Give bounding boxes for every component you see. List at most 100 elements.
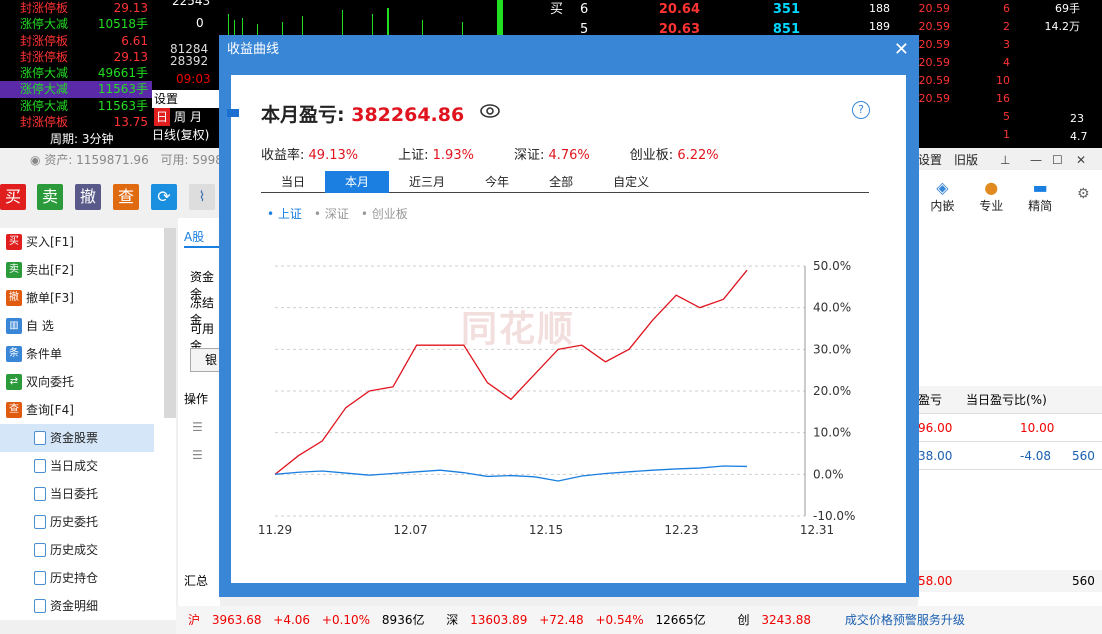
alert-row[interactable]: 封涨停板 6.61 <box>0 33 152 49</box>
quote-cell: 6 <box>1003 2 1010 15</box>
legend-sh[interactable]: • 上证 <box>267 205 302 222</box>
profit-curve-dialog: 收益曲线 ✕ 本月盈亏: 382264.86 ? 收益率: 49.13% 上证:… <box>219 35 919 597</box>
document-icon <box>34 543 46 557</box>
sidebar-item[interactable]: 买买入[F1] <box>0 228 176 256</box>
legend-label: 上证 <box>277 207 302 221</box>
sidebar-scrollbar[interactable] <box>164 228 176 418</box>
table-row[interactable]: 96.00 10.00 <box>918 414 1102 442</box>
x-tick-label: 12.15 <box>529 523 563 537</box>
gear-icon[interactable]: ⚙ <box>1077 178 1090 214</box>
query-button[interactable]: 查 <box>113 184 139 210</box>
embed-button[interactable]: ◈ 内嵌 <box>930 178 954 214</box>
sidebar-item-label: 撤单[F3] <box>26 291 74 305</box>
section-marker <box>227 109 239 117</box>
sidebar-subitem[interactable]: 历史成交 <box>0 536 154 564</box>
status-bar: 沪 3963.68 +4.06 +0.10% 8936亿 深 13603.89 … <box>176 606 1102 634</box>
period-tab[interactable]: 自定义 <box>593 171 669 193</box>
alert-row[interactable]: 涨停大减 11563手 <box>0 81 152 98</box>
sidebar-item[interactable]: 查查询[F4] <box>0 396 176 424</box>
cell: 560 <box>1072 449 1095 463</box>
sidebar-subitem[interactable]: 资金股票 <box>0 424 154 452</box>
order-book: 买 6 20.64 351 5 20.63 851 <box>550 0 810 40</box>
day-tab[interactable]: 日 <box>154 108 171 126</box>
stat-value: 49.13% <box>308 148 359 163</box>
sz-label: 深 <box>446 613 459 627</box>
sidebar-item-icon: 撤 <box>6 290 22 306</box>
alert-value: 11563手 <box>97 98 148 113</box>
document-icon <box>34 571 46 585</box>
quote-price: 20.64 <box>658 2 700 17</box>
quote-cell: 20.59 <box>918 2 951 15</box>
eye-icon[interactable]: ◉ <box>30 153 40 167</box>
sidebar-item[interactable]: 撤撤单[F3] <box>0 284 176 312</box>
period-tab[interactable]: 近三月 <box>389 171 465 193</box>
legend-label: 创业板 <box>371 207 408 221</box>
alert-row[interactable]: 涨停大减 10518手 <box>0 16 152 32</box>
stat-label: 上证: <box>398 148 429 163</box>
notice-link[interactable]: 成交价格预警服务升级 <box>845 613 965 627</box>
alert-row[interactable]: 封涨停板 29.13 <box>0 0 152 16</box>
sidebar-item[interactable]: ⇄ 双向委托 <box>0 368 176 396</box>
period-tab[interactable]: 本月 <box>325 171 390 193</box>
legend-cy[interactable]: • 创业板 <box>361 205 408 222</box>
sidebar-item-label: 自 选 <box>26 319 54 333</box>
stat-label: 创业板: <box>629 148 674 163</box>
quote-cell: 4.7 <box>1070 130 1088 143</box>
alert-row[interactable]: 封涨停板 29.13 <box>0 49 152 65</box>
sidebar-item[interactable]: ▥ 自 选 <box>0 312 176 340</box>
maximize-icon[interactable]: ☐ <box>1052 148 1063 172</box>
dialog-titlebar[interactable]: 收益曲线 ✕ <box>219 35 919 65</box>
sidebar-subitem[interactable]: 资金明细 <box>0 592 154 620</box>
compact-label: 精简 <box>1028 199 1053 213</box>
sidebar-subitem[interactable]: 历史持仓 <box>0 564 154 592</box>
legend-sz[interactable]: • 深证 <box>314 205 349 222</box>
bank-button[interactable]: 银 <box>190 348 220 372</box>
sz-price: 13603.89 <box>470 613 528 627</box>
pin-icon[interactable]: ⊥ <box>1000 148 1010 172</box>
quote-cell: 16 <box>996 92 1010 105</box>
sidebar-item[interactable]: 卖卖出[F2] <box>0 256 176 284</box>
period-tab[interactable]: 今年 <box>465 171 529 193</box>
settings-menu[interactable]: 设置 <box>918 148 942 172</box>
period-selector[interactable]: 周期: 3分钟 <box>50 130 154 148</box>
sidebar-subitem-label: 当日成交 <box>50 459 99 473</box>
mini-value: 0 <box>196 16 204 30</box>
settings-button[interactable]: 设置 <box>152 90 222 108</box>
row-menu-icon[interactable]: ☰ <box>192 448 203 462</box>
embed-icon: ◈ <box>936 178 949 197</box>
old-version-menu[interactable]: 旧版 <box>954 148 978 172</box>
refresh-icon[interactable]: ⟳ <box>151 184 177 210</box>
alert-row[interactable]: 涨停大减 11563手 <box>0 98 152 114</box>
alert-row[interactable]: 封涨停板 13.75 <box>0 114 152 130</box>
week-tab[interactable]: 周 <box>174 108 186 126</box>
buy-button[interactable]: 买 <box>0 184 26 210</box>
quote-summary: 69手 14.2万 <box>1030 0 1081 36</box>
chart-icon[interactable]: ⌇ <box>189 184 215 210</box>
period-tabs: 当日 本月 近三月 今年 全部 自定义 <box>261 171 869 193</box>
tab-a-shares[interactable]: A股 <box>184 228 220 248</box>
alert-row[interactable]: 涨停大减 49661手 <box>0 65 152 81</box>
cell: 38.00 <box>918 449 953 463</box>
summary-row: 58.00 560 <box>918 570 1102 592</box>
compact-button[interactable]: ▬ 精简 <box>1028 178 1052 214</box>
sidebar-subitem[interactable]: 当日委托 <box>0 480 154 508</box>
sidebar-subitem[interactable]: 历史委托 <box>0 508 154 536</box>
row-menu-icon[interactable]: ☰ <box>192 420 203 434</box>
table-row[interactable]: 38.00 -4.08 560 <box>918 442 1102 470</box>
sidebar-item-label: 买入[F1] <box>26 235 74 249</box>
pro-button[interactable]: ● 专业 <box>979 178 1003 214</box>
minimize-icon[interactable]: — <box>1030 148 1042 172</box>
month-tab[interactable]: 月 <box>190 108 202 126</box>
period-tab[interactable]: 全部 <box>529 171 593 193</box>
sidebar-item-label: 卖出[F2] <box>26 263 74 277</box>
period-tab[interactable]: 当日 <box>261 171 325 193</box>
sidebar-subitem[interactable]: 当日成交 <box>0 452 154 480</box>
close-icon[interactable]: ✕ <box>1076 148 1086 172</box>
eye-icon[interactable] <box>479 103 501 119</box>
sell-button[interactable]: 卖 <box>37 184 63 210</box>
sidebar-item[interactable]: 条条件单 <box>0 340 176 368</box>
help-icon[interactable]: ? <box>852 101 870 119</box>
dialog-close-icon[interactable]: ✕ <box>894 35 909 65</box>
stat-value: 1.93% <box>432 148 474 163</box>
cancel-order-button[interactable]: 撤 <box>75 184 101 210</box>
